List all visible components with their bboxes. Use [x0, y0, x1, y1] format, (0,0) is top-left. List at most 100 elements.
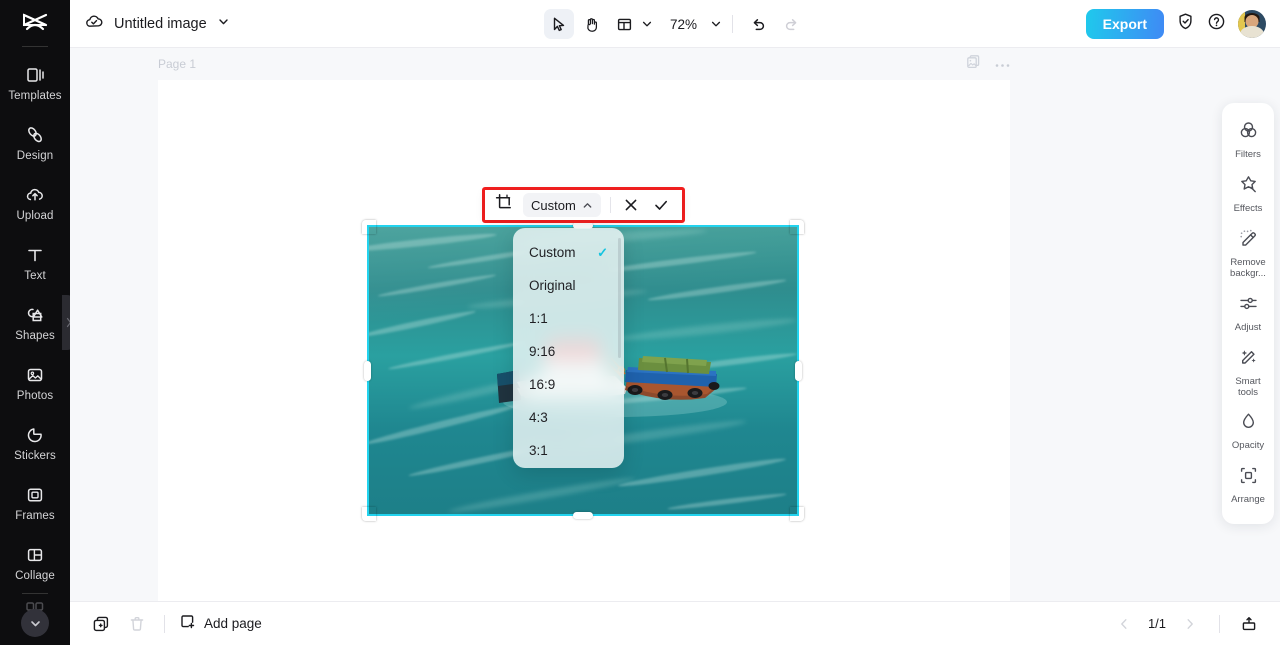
- sidebar-item-frames[interactable]: Frames: [0, 473, 70, 533]
- remove-background-icon: [1238, 228, 1259, 254]
- upload-cloud-icon: [24, 184, 46, 206]
- tool-effects[interactable]: Effects: [1222, 167, 1274, 221]
- ratio-option-9-16[interactable]: 9:16: [513, 335, 624, 368]
- crop-icon[interactable]: [495, 193, 514, 217]
- ratio-option-16-9[interactable]: 16:9: [513, 368, 624, 401]
- redo-button[interactable]: [776, 9, 806, 39]
- user-avatar[interactable]: [1238, 9, 1266, 38]
- chevron-left-icon: [1121, 618, 1127, 629]
- undo-icon: [753, 18, 764, 30]
- filters-icon: [1238, 120, 1259, 146]
- page-indicator: 1/1: [1147, 616, 1167, 631]
- opacity-icon: [1238, 411, 1259, 437]
- check-icon: [655, 200, 668, 210]
- close-x-icon: [625, 199, 636, 211]
- present-button[interactable]: [1236, 611, 1262, 637]
- footer-right: 1/1: [1111, 611, 1262, 637]
- ratio-option-1-1[interactable]: 1:1: [513, 302, 624, 335]
- chevron-down-icon[interactable]: [217, 15, 230, 33]
- cursor-arrow-icon: [554, 17, 565, 31]
- tool-filters[interactable]: Filters: [1222, 113, 1274, 167]
- crop-handle-right[interactable]: [795, 360, 802, 381]
- tool-adjust[interactable]: Adjust: [1222, 286, 1274, 340]
- sidebar-item-upload[interactable]: Upload: [0, 173, 70, 233]
- layout-tool-button[interactable]: [610, 9, 640, 39]
- aspect-ratio-selector[interactable]: Custom: [523, 193, 601, 217]
- text-icon: [24, 244, 46, 266]
- sidebar-divider: [22, 46, 48, 48]
- export-button[interactable]: Export: [1085, 8, 1164, 39]
- crop-handle-bottom[interactable]: [573, 512, 593, 519]
- sidebar-item-label: Frames: [15, 509, 55, 522]
- tool-remove-background[interactable]: Remove backgr...: [1222, 221, 1274, 286]
- smart-tools-icon: [1238, 347, 1259, 373]
- ratio-option-original[interactable]: Original: [513, 269, 624, 302]
- crop-handle-top-left[interactable]: [362, 220, 376, 234]
- tool-arrange[interactable]: Arrange: [1222, 458, 1274, 512]
- ratio-option-3-1[interactable]: 3:1: [513, 434, 624, 467]
- dropdown-scrollbar[interactable]: [618, 238, 621, 358]
- ratio-option-custom[interactable]: Custom ✓: [513, 236, 624, 269]
- ratio-option-label: Custom: [529, 245, 576, 260]
- present-icon: [1242, 616, 1256, 630]
- sidebar-item-design[interactable]: Design: [0, 113, 70, 173]
- duplicate-icon: [93, 616, 109, 631]
- collage-icon: [24, 544, 46, 566]
- more-options-icon[interactable]: [995, 55, 1010, 73]
- app-logo[interactable]: [0, 0, 70, 46]
- canvas-workspace: Page 1 Custom ✓ Original 1:1 9:16 16:9 4…: [70, 48, 1280, 601]
- sidebar-item-templates[interactable]: Templates: [0, 53, 70, 113]
- photos-icon: [24, 364, 46, 386]
- crop-cancel-button[interactable]: [620, 193, 642, 217]
- crop-toolbar-highlight: Custom: [482, 187, 685, 223]
- layout-icon: [618, 18, 632, 30]
- stickers-icon: [24, 424, 46, 446]
- undo-button[interactable]: [743, 9, 773, 39]
- trash-icon: [130, 616, 144, 631]
- left-sidebar: Templates Design Upload Text Shapes Phot…: [0, 0, 75, 645]
- crop-handle-bottom-left[interactable]: [362, 507, 376, 521]
- duplicate-button[interactable]: [88, 611, 114, 637]
- crop-handle-left[interactable]: [364, 360, 371, 381]
- zoom-combo[interactable]: 72%: [666, 17, 722, 32]
- help-circle-icon[interactable]: [1207, 12, 1226, 36]
- crop-handle-top-right[interactable]: [790, 220, 804, 234]
- tool-label: Opacity: [1231, 440, 1265, 452]
- add-page-icon: [179, 613, 196, 635]
- select-tool-button[interactable]: [543, 9, 574, 39]
- sidebar-item-shapes[interactable]: Shapes: [0, 293, 70, 353]
- sidebar-divider-bottom: [22, 593, 48, 594]
- ratio-option-label: 3:1: [529, 443, 548, 458]
- crop-handle-bottom-right[interactable]: [790, 507, 804, 521]
- sidebar-collapse-button[interactable]: [21, 609, 49, 637]
- duplicate-page-icon[interactable]: [966, 54, 981, 74]
- design-icon: [24, 124, 46, 146]
- tool-smart-tools[interactable]: Smart tools: [1222, 340, 1274, 405]
- next-page-button[interactable]: [1177, 611, 1203, 637]
- sidebar-item-collage[interactable]: Collage: [0, 533, 70, 593]
- hand-icon: [587, 17, 598, 32]
- tool-opacity[interactable]: Opacity: [1222, 404, 1274, 458]
- add-page-label: Add page: [204, 616, 262, 631]
- sidebar-item-text[interactable]: Text: [0, 233, 70, 293]
- sidebar-item-label: Stickers: [14, 449, 56, 462]
- templates-icon: [24, 64, 46, 86]
- adjust-icon: [1238, 293, 1259, 319]
- ratio-option-label: Original: [529, 278, 576, 293]
- avatar-body: [1240, 25, 1264, 38]
- aspect-ratio-dropdown[interactable]: Custom ✓ Original 1:1 9:16 16:9 4:3 3:1: [513, 228, 624, 468]
- hand-tool-button[interactable]: [577, 9, 607, 39]
- top-header: Untitled image 72% Export: [70, 0, 1280, 48]
- ratio-option-label: 9:16: [529, 344, 556, 359]
- chevron-down-icon: [30, 620, 40, 626]
- delete-button[interactable]: [124, 611, 150, 637]
- shield-check-icon[interactable]: [1176, 12, 1195, 36]
- sidebar-item-photos[interactable]: Photos: [0, 353, 70, 413]
- layout-tool-combo[interactable]: [610, 9, 653, 39]
- prev-page-button[interactable]: [1111, 611, 1137, 637]
- sidebar-item-stickers[interactable]: Stickers: [0, 413, 70, 473]
- ratio-option-4-3[interactable]: 4:3: [513, 401, 624, 434]
- add-page-button[interactable]: Add page: [179, 613, 262, 635]
- document-title-group[interactable]: Untitled image: [84, 11, 230, 36]
- crop-confirm-button[interactable]: [650, 193, 672, 217]
